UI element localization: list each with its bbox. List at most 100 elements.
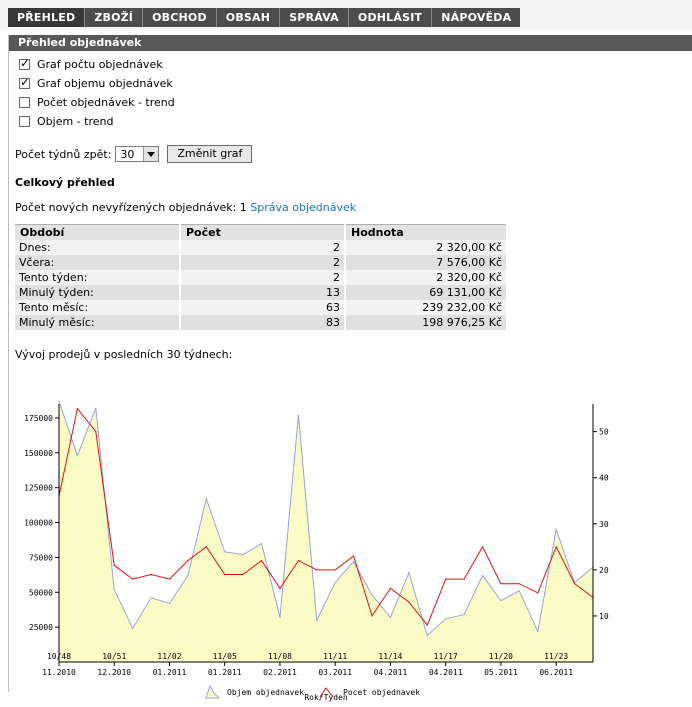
y-left-tick-label: 50000: [29, 588, 53, 597]
count-point: [537, 592, 539, 594]
count-point: [95, 431, 97, 433]
y-left-tick-label: 25000: [29, 623, 53, 632]
checkbox-order-count-trend[interactable]: [19, 96, 30, 108]
cell-period: Tento měsíc:: [15, 300, 179, 315]
nav-prehled[interactable]: PŘEHLED: [8, 8, 86, 27]
x-tick-month-label: 01.2011: [153, 668, 187, 677]
volume-point: [518, 590, 520, 592]
x-tick-month-label: 05.2011: [484, 668, 518, 677]
weeks-back-value: 30: [120, 148, 135, 161]
sales-chart: 25000 50000 75000 100000 125000 150000 175000 1…: [24, 400, 609, 702]
cell-value: 239 232,00 Kč: [346, 300, 506, 315]
x-tick-month-label: 06.2011: [539, 668, 573, 677]
option-label: Objem - trend: [37, 114, 114, 128]
table-row: Tento týden: 2 2 320,00 Kč: [15, 270, 506, 285]
option-label: Graf objemu objednávek: [37, 76, 173, 90]
col-header-period: Období: [15, 224, 179, 240]
option-label: Graf počtu objednávek: [37, 57, 163, 71]
volume-point: [76, 455, 79, 457]
option-volume-trend[interactable]: Objem - trend: [19, 113, 113, 129]
count-point: [353, 555, 355, 557]
option-label: Počet objednávek - trend: [37, 95, 175, 109]
main-nav: PŘEHLED ZBOŽÍ OBCHOD OBSAH SPRÁVA ODHLÁS…: [8, 8, 521, 27]
volume-point: [353, 560, 355, 563]
volume-point: [500, 600, 502, 602]
cell-count: 63: [181, 300, 344, 315]
option-order-count-trend[interactable]: Počet objednávek - trend: [19, 94, 175, 110]
volume-point: [463, 613, 465, 616]
table-row: Dnes: 2 2 320,00 Kč: [15, 240, 506, 255]
nav-sprava[interactable]: SPRÁVA: [280, 8, 349, 27]
count-point: [150, 573, 152, 576]
count-point: [481, 546, 484, 548]
count-point: [426, 624, 428, 626]
y-right-tick-label: 20: [599, 566, 609, 575]
checkbox-order-count-chart[interactable]: [19, 56, 30, 70]
x-tick-month-label: 03.2011: [318, 668, 352, 677]
count-point: [463, 578, 465, 580]
volume-point: [187, 574, 189, 577]
count-point: [187, 560, 189, 562]
x-tick-week-label: 11/05: [213, 652, 237, 661]
count-point: [408, 601, 410, 603]
weeks-back-row: Počet týdnů zpět: 30 Změnit graf: [15, 145, 253, 163]
table-header-row: Období Počet Hodnota: [15, 224, 506, 240]
pending-orders: Počet nových nevyřízených objednávek: 1 …: [15, 201, 356, 214]
volume-point: [224, 551, 226, 553]
count-point: [371, 615, 373, 617]
option-order-volume-chart[interactable]: Graf objemu objednávek: [19, 75, 173, 91]
panel-content: Graf počtu objednávek Graf objemu objedn…: [15, 51, 692, 702]
x-tick-month-label: 02.2011: [263, 668, 297, 677]
volume-point: [279, 616, 281, 618]
count-point: [224, 573, 226, 576]
nav-obsah[interactable]: OBSAH: [217, 8, 281, 27]
legend-volume-swatch: [205, 684, 221, 699]
count-point: [316, 569, 318, 571]
volume-point: [389, 616, 392, 618]
x-tick-month-label: 11.2010: [42, 668, 76, 677]
count-point: [113, 564, 115, 566]
count-point: [334, 569, 336, 571]
x-tick-month-label: 12.2010: [97, 668, 131, 677]
count-point: [573, 583, 576, 585]
x-tick-month-label: 04.2011: [374, 668, 408, 677]
order-management-link[interactable]: Správa objednávek: [250, 201, 356, 214]
count-point: [205, 546, 207, 548]
chevron-down-icon[interactable]: [143, 147, 159, 161]
cell-period: Dnes:: [15, 240, 179, 255]
x-tick-week-label: 11/23: [544, 652, 568, 661]
x-tick-month-label: 01.2011: [208, 668, 242, 677]
volume-point: [205, 498, 207, 500]
count-point: [76, 408, 79, 410]
y-right-tick-label: 40: [599, 474, 609, 483]
x-tick-week-label: 11/08: [268, 652, 292, 661]
count-point: [132, 578, 134, 580]
volume-point: [242, 554, 244, 556]
count-point: [500, 583, 502, 585]
volume-point: [132, 627, 134, 630]
change-chart-button[interactable]: Změnit graf: [167, 145, 253, 163]
x-tick-week-label: 11/17: [434, 652, 458, 661]
volume-point: [260, 542, 263, 545]
nav-zbozi[interactable]: ZBOŽÍ: [85, 8, 144, 27]
x-tick-week-label: 10/48: [47, 652, 71, 661]
option-order-count-chart[interactable]: Graf počtu objednávek: [19, 56, 163, 72]
col-header-value: Hodnota: [346, 224, 506, 240]
count-point: [445, 578, 447, 580]
nav-odhlasit[interactable]: ODHLÁSIT: [349, 8, 433, 27]
nav-napoveda[interactable]: NÁPOVĚDA: [432, 8, 520, 27]
checkbox-order-volume-chart[interactable]: [19, 75, 30, 89]
checkbox-volume-trend[interactable]: [19, 115, 30, 127]
count-point: [168, 578, 171, 580]
nav-obchod[interactable]: OBCHOD: [143, 8, 217, 27]
y-left-tick-label: 75000: [29, 553, 53, 562]
cell-count: 2: [181, 240, 344, 255]
y-right-tick-label: 50: [599, 428, 609, 437]
cell-value: 7 576,00 Kč: [346, 255, 506, 270]
cell-value: 198 976,25 Kč: [346, 315, 506, 330]
x-tick-week-label: 10/51: [102, 652, 126, 661]
count-point: [297, 560, 299, 562]
cell-period: Včera:: [15, 255, 179, 270]
weeks-back-select[interactable]: 30: [115, 146, 160, 162]
cell-count: 2: [181, 255, 344, 270]
